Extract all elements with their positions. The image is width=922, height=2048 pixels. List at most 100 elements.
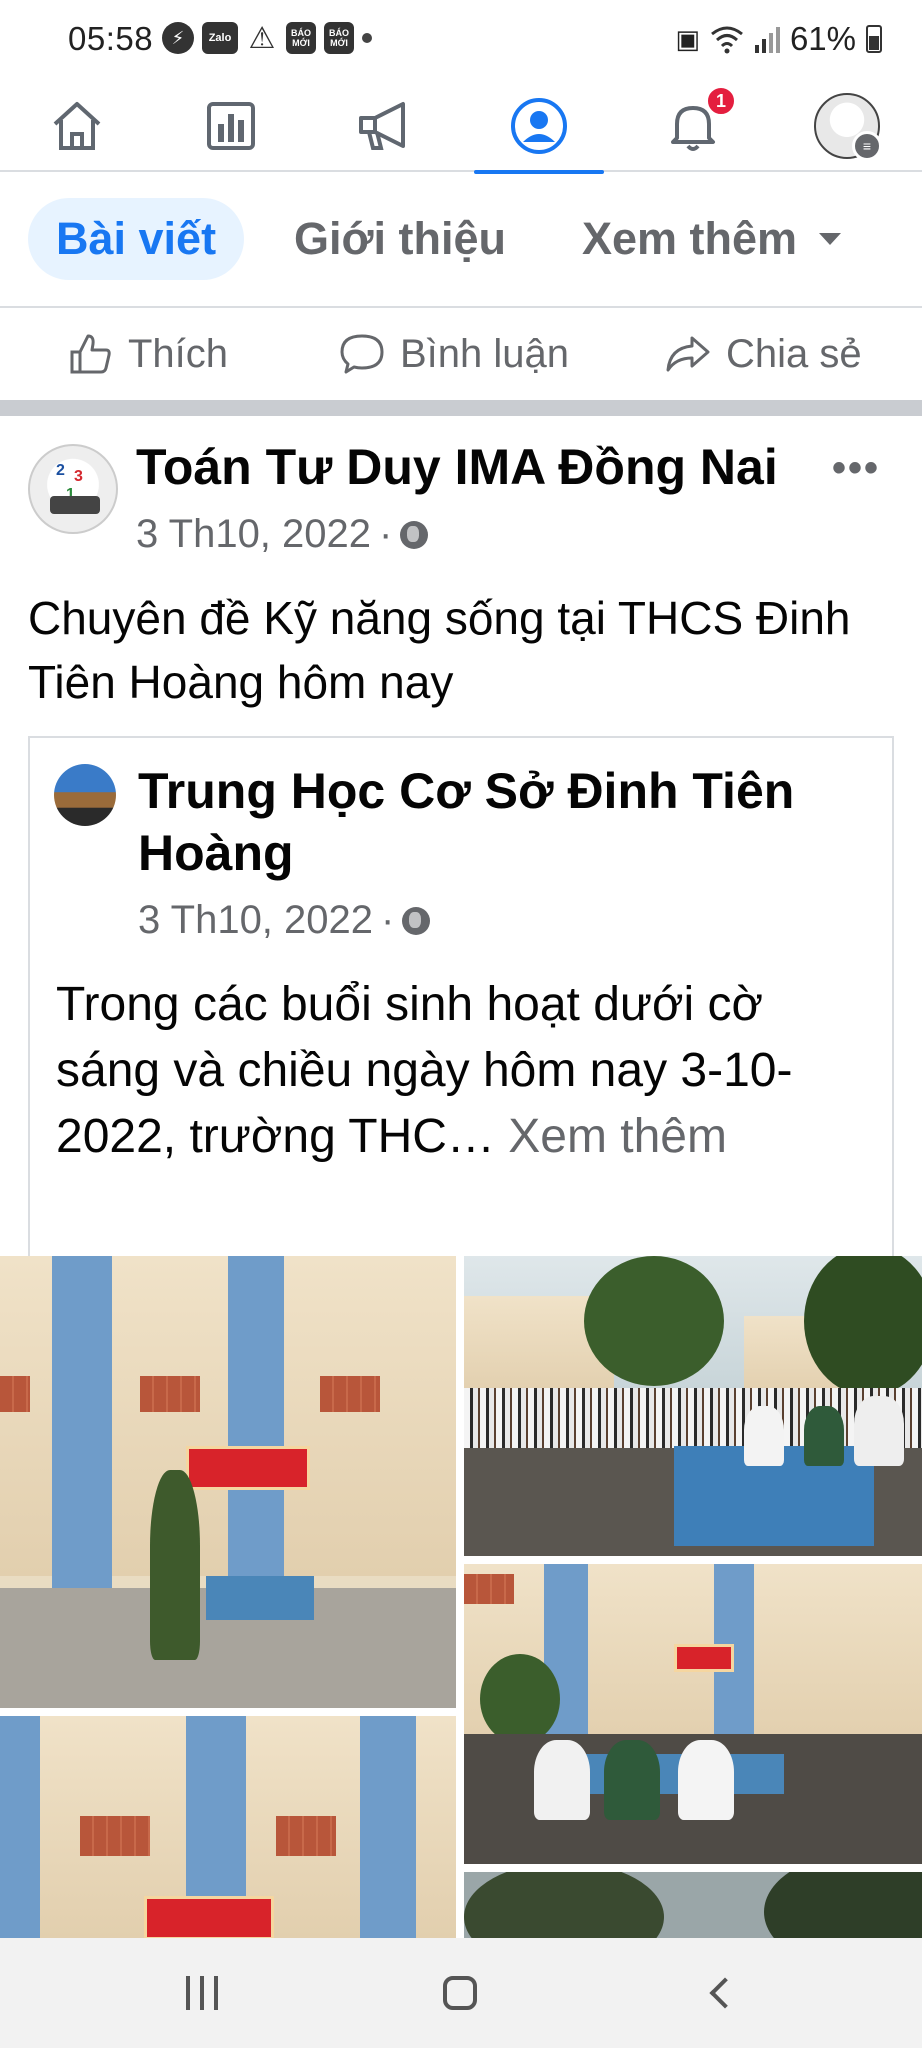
dot-icon <box>362 33 372 43</box>
tab-more[interactable]: Xem thêm <box>582 198 842 280</box>
photo-banner <box>186 1446 310 1490</box>
meta-separator: · <box>379 512 393 556</box>
shared-author-avatar[interactable] <box>54 764 116 826</box>
recents-button[interactable] <box>172 1968 232 2018</box>
photo-grid <box>0 1256 922 1938</box>
back-icon <box>709 1977 741 2009</box>
photo-4[interactable] <box>0 1716 456 1938</box>
photo-person <box>854 1396 904 1466</box>
photo-brick <box>276 1816 336 1856</box>
photo-table <box>206 1576 314 1620</box>
photo-person <box>678 1740 734 1820</box>
shared-post-text: Trong các buổi sinh hoạt dưới cờ sáng và… <box>56 972 856 1170</box>
nav-ads[interactable] <box>308 80 462 172</box>
like-button[interactable]: Thích <box>66 330 228 378</box>
see-more-link[interactable]: Xem thêm <box>508 1110 727 1163</box>
megaphone-icon <box>359 102 405 150</box>
photo-column <box>360 1716 416 1938</box>
system-status: ▣ 61% <box>675 20 882 58</box>
top-navigation: 1 ≡ <box>0 80 922 174</box>
meta-separator: · <box>381 898 395 942</box>
comment-button[interactable]: Bình luận <box>338 330 569 378</box>
photo-1[interactable] <box>0 1256 456 1708</box>
avatar: ≡ <box>814 93 882 161</box>
back-button[interactable] <box>690 1968 750 2018</box>
home-icon <box>53 102 101 150</box>
pages-icon <box>207 102 255 150</box>
photo-brick <box>320 1376 380 1412</box>
photo-tree <box>480 1654 560 1744</box>
page-actions: Thích Bình luận Chia sẻ <box>0 308 922 400</box>
photo-column <box>0 1716 40 1938</box>
android-navigation-bar <box>0 1938 922 2048</box>
share-label: Chia sẻ <box>726 331 862 376</box>
like-label: Thích <box>128 331 229 376</box>
photo-person <box>534 1740 590 1820</box>
photo-brick <box>0 1376 30 1412</box>
messenger-icon: ⚡ <box>162 22 194 54</box>
post-author-name[interactable]: Toán Tư Duy IMA Đồng Nai <box>136 438 778 496</box>
nav-menu[interactable]: ≡ <box>770 80 922 172</box>
battery-icon <box>866 25 882 53</box>
nav-profile[interactable] <box>462 80 616 174</box>
warning-icon: ⚠ <box>248 21 276 55</box>
photo-banner <box>144 1896 274 1938</box>
notification-icons: ⚡ Zalo ⚠ BÁO MỚI BÁO MỚI <box>162 21 372 55</box>
share-icon <box>666 336 710 372</box>
photo-person <box>804 1406 844 1466</box>
shared-author-name[interactable]: Trung Học Cơ Sở Đinh Tiên Hoàng <box>138 760 858 884</box>
photo-person <box>744 1406 784 1466</box>
photo-tree <box>464 1872 664 1938</box>
battery-percent: 61% <box>789 20 856 57</box>
status-bar: 05:58 ⚡ Zalo ⚠ BÁO MỚI BÁO MỚI ▣ 61% <box>0 0 922 80</box>
photo-2[interactable] <box>464 1256 922 1556</box>
baomoi-icon: BÁO MỚI <box>324 22 354 54</box>
tab-more-label: Xem thêm <box>582 213 798 264</box>
shared-post-card[interactable]: Trung Học Cơ Sở Đinh Tiên Hoàng 3 Th10, … <box>28 736 894 1256</box>
globe-icon <box>402 906 431 935</box>
caret-down-icon <box>819 233 842 245</box>
photo-brick <box>80 1816 150 1856</box>
profile-icon <box>511 98 567 154</box>
shared-post-meta: 3 Th10, 2022 · <box>138 898 431 943</box>
more-options-button[interactable]: ••• <box>832 446 880 491</box>
notification-badge: 1 <box>706 86 736 116</box>
tab-about[interactable]: Giới thiệu <box>294 198 506 280</box>
section-divider <box>0 400 922 416</box>
nav-home[interactable] <box>0 80 154 172</box>
status-time: 05:58 <box>68 20 154 57</box>
battery-saver-icon: ▣ <box>675 23 700 54</box>
share-button[interactable]: Chia sẻ <box>664 330 862 378</box>
photo-5[interactable] <box>464 1872 922 1938</box>
menu-icon: ≡ <box>852 131 882 161</box>
globe-icon <box>400 520 429 549</box>
shared-post-date[interactable]: 3 Th10, 2022 <box>138 898 373 943</box>
thumbs-up-icon <box>70 334 111 374</box>
comment-label: Bình luận <box>400 331 570 376</box>
signal-icon <box>754 27 780 53</box>
post-text: Chuyên đề Kỹ năng sống tại THCS Đinh Tiê… <box>28 592 851 708</box>
photo-brick <box>464 1574 514 1604</box>
recents-icon <box>186 1976 190 2010</box>
wifi-icon <box>711 26 743 54</box>
baomoi-icon: BÁO MỚI <box>286 22 316 54</box>
home-button[interactable] <box>430 1968 490 2018</box>
nav-notifications[interactable]: 1 <box>616 80 770 172</box>
photo-brick <box>140 1376 200 1412</box>
profile-tabs: Bài viết Giới thiệu Xem thêm <box>0 174 922 308</box>
author-avatar[interactable]: 2 3 1 <box>28 444 118 534</box>
photo-person <box>150 1470 200 1660</box>
post-date[interactable]: 3 Th10, 2022 <box>136 512 371 557</box>
post-meta: 3 Th10, 2022 · <box>136 512 429 557</box>
home-circle-icon <box>443 1976 477 2010</box>
recents-icon <box>200 1976 204 2010</box>
tab-posts[interactable]: Bài viết <box>28 198 245 280</box>
photo-3[interactable] <box>464 1564 922 1864</box>
photo-banner <box>674 1644 734 1672</box>
photo-tree <box>584 1256 724 1386</box>
nav-pages[interactable] <box>154 80 308 172</box>
comment-icon <box>340 334 384 374</box>
photo-tree <box>764 1872 922 1938</box>
photo-person <box>604 1740 660 1820</box>
recents-icon <box>214 1976 218 2010</box>
